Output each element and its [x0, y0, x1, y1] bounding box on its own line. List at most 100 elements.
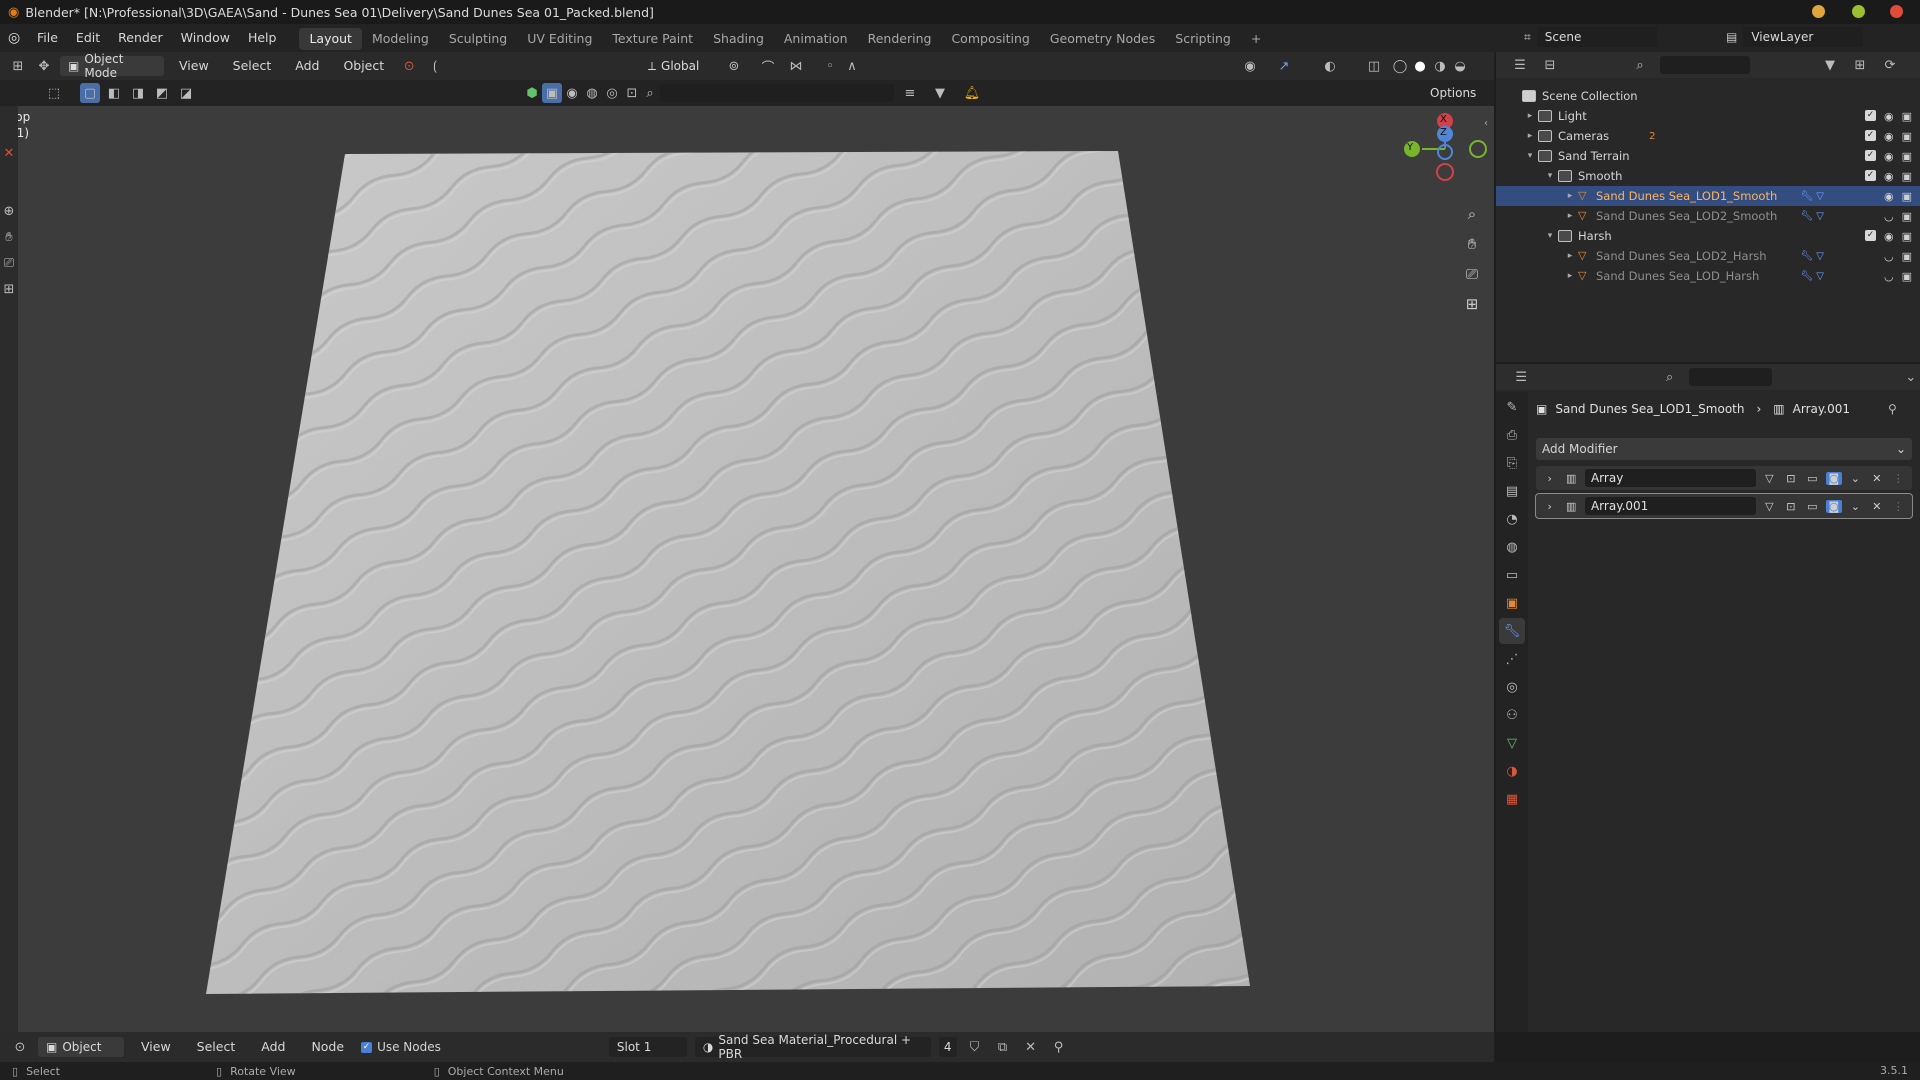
eye-closed-icon[interactable]: ◡	[1884, 210, 1894, 223]
workspace-tab-compositing[interactable]: Compositing	[941, 28, 1039, 50]
render-toggle-icon[interactable]: ◙	[1826, 471, 1842, 485]
modifier-delete-icon[interactable]: ✕	[1869, 500, 1884, 513]
visibility-icon[interactable]: ◉	[1240, 56, 1260, 76]
material-tab-icon[interactable]: ◑	[1499, 758, 1525, 784]
select-intersect-icon[interactable]: ◪	[176, 83, 196, 103]
expand-chevron-icon[interactable]: ›	[1542, 500, 1557, 513]
exclude-checkbox[interactable]: ✓	[1864, 229, 1876, 241]
cage-icon[interactable]: ⊡	[1783, 500, 1798, 513]
workspace-tab-geometry-nodes[interactable]: Geometry Nodes	[1040, 28, 1165, 50]
camera-render-icon[interactable]: ▣	[1902, 270, 1912, 283]
select-extend-icon[interactable]: ◧	[104, 83, 124, 103]
menu-help[interactable]: Help	[239, 24, 286, 52]
node-menu-select[interactable]: Select	[188, 1033, 245, 1061]
select-new-icon[interactable]: ▢	[80, 83, 100, 103]
modifier-tab-wrench-icon[interactable]: 🔧︎	[1499, 618, 1525, 644]
link-icon[interactable]: ⟮	[425, 56, 445, 76]
camera-tool-icon[interactable]: ⎚	[1, 252, 17, 274]
modifier-array[interactable]: › ▥ Array ▽ ⊡ ▭ ◙ ⌄ ✕ ⋮	[1536, 466, 1912, 490]
data-tab-icon[interactable]: ▽	[1499, 730, 1525, 756]
cursor-tool-icon[interactable]: ⊕	[1, 200, 17, 222]
viewport-menu-object[interactable]: Object	[334, 52, 393, 80]
viewport-menu-view[interactable]: View	[170, 52, 218, 80]
modifier-menu-icon[interactable]: ⌄	[1848, 500, 1863, 513]
expanded-arrow-icon[interactable]: ▾	[1544, 171, 1556, 181]
filter-empty-icon[interactable]: ◎	[602, 83, 622, 103]
rendered-shading-icon[interactable]: ◒	[1450, 56, 1470, 76]
overlay-toggle-icon[interactable]: ◐	[1320, 56, 1340, 76]
camera-render-icon[interactable]: ▣	[1902, 170, 1912, 183]
display-mode-icon[interactable]: ⊟	[1540, 55, 1560, 75]
outliner-row[interactable]: ▸ ▽ Sand Dunes Sea_LOD2_Harsh 🔧︎ ▽ ◡ ▣	[1496, 246, 1920, 266]
eye-icon[interactable]: ◉	[1884, 170, 1894, 183]
cage-icon[interactable]: ⊡	[1783, 472, 1798, 485]
use-nodes-toggle[interactable]: ✓ Use Nodes	[361, 1040, 441, 1054]
render-tab-icon[interactable]: ⎙	[1499, 422, 1525, 448]
outliner-search-field[interactable]	[1660, 56, 1750, 74]
sort-icon[interactable]: ≡	[900, 83, 920, 103]
world-tab-icon[interactable]: ◍	[1499, 534, 1525, 560]
modifier-delete-icon[interactable]: ✕	[1869, 472, 1884, 485]
outliner-row[interactable]: ▸ Cameras 2 ✓ ◉ ▣	[1496, 126, 1920, 146]
node-object-selector[interactable]: ▣ Object	[38, 1037, 124, 1057]
physics-tab-icon[interactable]: ◎	[1499, 674, 1525, 700]
gizmo-toggle-icon[interactable]: ↗	[1274, 56, 1294, 76]
expand-chevron-icon[interactable]: ›	[1542, 472, 1557, 485]
xray-icon[interactable]: ◫	[1364, 56, 1384, 76]
outliner-row[interactable]: ▾ Harsh ✓ ◉ ▣	[1496, 226, 1920, 246]
select-subtract-icon[interactable]: ◨	[128, 83, 148, 103]
filter-light-icon[interactable]: ◉	[562, 83, 582, 103]
perspective-grid-icon[interactable]: ⊞	[1460, 292, 1484, 316]
sync-icon[interactable]: ⟳	[1880, 55, 1900, 75]
edit-mode-icon[interactable]: ▽	[1762, 500, 1777, 513]
add-workspace-button[interactable]: +	[1241, 28, 1271, 50]
outliner-row[interactable]: ▸ Light ✓ ◉ ▣	[1496, 106, 1920, 126]
expanded-arrow-icon[interactable]: ▾	[1524, 151, 1536, 161]
fake-user-icon[interactable]: ⛉	[965, 1037, 985, 1057]
eye-icon[interactable]: ◉	[1884, 110, 1894, 123]
properties-search-field[interactable]	[1688, 368, 1772, 386]
object-tab-icon[interactable]: ▣	[1499, 590, 1525, 616]
eye-icon[interactable]: ◉	[1884, 230, 1894, 243]
properties-options-icon[interactable]: ⌄	[1902, 367, 1920, 387]
filter-object-icon[interactable]: ▣	[542, 83, 562, 103]
wireframe-shading-icon[interactable]: ◯	[1390, 56, 1410, 76]
outliner-type-icon[interactable]: ☰	[1510, 55, 1530, 75]
node-menu-view[interactable]: View	[132, 1033, 180, 1061]
close-button[interactable]	[1890, 5, 1903, 18]
scene-collection-row[interactable]: Scene Collection	[1496, 86, 1920, 106]
transform-gizmo-icon[interactable]: ✥	[34, 56, 54, 76]
particles-tab-icon[interactable]: ⋰	[1499, 646, 1525, 672]
viewport-menu-select[interactable]: Select	[224, 52, 281, 80]
modifier-array-001[interactable]: › ▥ Array.001 ▽ ⊡ ▭ ◙ ⌄ ✕ ⋮	[1535, 493, 1913, 519]
mode-selector[interactable]: ▣ Object Mode	[60, 52, 164, 80]
terrain-plane[interactable]	[0, 106, 1494, 1032]
scene-tab-icon[interactable]: ◔	[1499, 506, 1525, 532]
outliner-row[interactable]: ▸ ▽ Sand Dunes Sea_LOD_Harsh 🔧︎ ▽ ◡ ▣	[1496, 266, 1920, 286]
material-selector[interactable]: ◑ Sand Sea Material_Procedural + PBR	[694, 1033, 931, 1061]
snap-target-icon[interactable]: ⋈	[786, 56, 806, 76]
workspace-tab-uv-editing[interactable]: UV Editing	[517, 28, 602, 50]
outliner-search-icon[interactable]: ⌕	[1630, 55, 1650, 75]
viewport-display-icon[interactable]: ▭	[1805, 472, 1820, 485]
drag-handle-icon[interactable]: ⋮	[1891, 500, 1906, 513]
outliner-row[interactable]: ▾ Smooth ✓ ◉ ▣	[1496, 166, 1920, 186]
move-tool-icon[interactable]: ✋︎	[1, 226, 17, 248]
output-tab-icon[interactable]: ⎘	[1499, 450, 1525, 476]
collection-tab-icon[interactable]: ▭	[1499, 562, 1525, 588]
filter-camera-icon[interactable]: ◍	[582, 83, 602, 103]
exclude-checkbox[interactable]: ✓	[1864, 169, 1876, 181]
sidebar-toggle-icon[interactable]: ‹	[1484, 118, 1488, 129]
workspace-tab-shading[interactable]: Shading	[703, 28, 774, 50]
viewport-menu-add[interactable]: Add	[286, 52, 328, 80]
workspace-tab-scripting[interactable]: Scripting	[1165, 28, 1241, 50]
exclude-checkbox[interactable]: ✓	[1864, 109, 1876, 121]
constraints-tab-icon[interactable]: ⚇	[1499, 702, 1525, 728]
render-toggle-icon[interactable]: ◙	[1826, 499, 1842, 513]
properties-search-icon[interactable]: ⌕	[1660, 367, 1678, 387]
exclude-checkbox[interactable]: ✓	[1864, 129, 1876, 141]
eye-closed-icon[interactable]: ◡	[1884, 250, 1894, 263]
texture-tab-icon[interactable]: ▦	[1499, 786, 1525, 812]
viewport-display-icon[interactable]: ▭	[1805, 500, 1820, 513]
material-shading-icon[interactable]: ◑	[1430, 56, 1450, 76]
